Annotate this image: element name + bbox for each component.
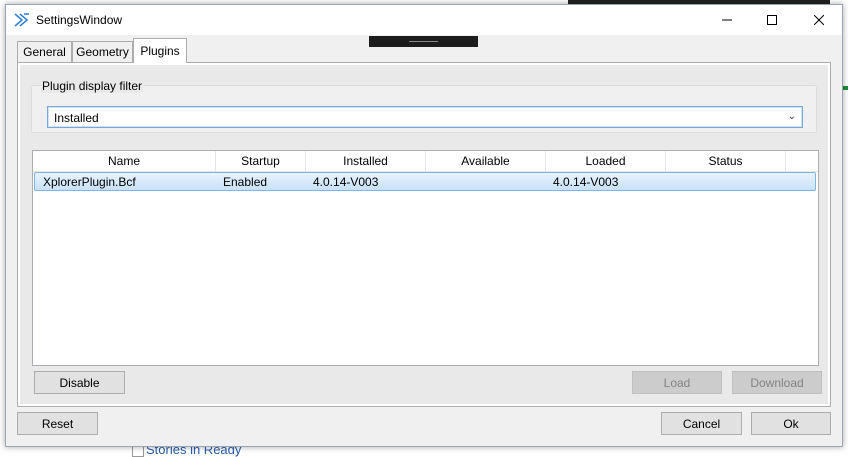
minimize-button[interactable] [704, 5, 750, 35]
download-button[interactable]: Download [732, 371, 822, 394]
column-header-available[interactable]: Available [426, 151, 546, 171]
plugin-list[interactable]: Name Startup Installed Available Loaded … [32, 150, 819, 366]
plugins-tab-panel: Plugin display filter Installed ⌄ Name S… [17, 62, 831, 407]
disable-button[interactable]: Disable [34, 371, 125, 394]
row-startup: Enabled [223, 175, 268, 189]
column-header-name[interactable]: Name [33, 151, 216, 171]
app-logo-icon [14, 13, 29, 27]
tab-general[interactable]: General [17, 41, 72, 62]
row-name: XplorerPlugin.Bcf [43, 175, 136, 189]
minimize-icon [722, 19, 732, 21]
reset-button[interactable]: Reset [17, 412, 98, 435]
table-row[interactable]: XplorerPlugin.Bcf Enabled 4.0.14-V003 4.… [34, 172, 816, 191]
close-icon [814, 15, 824, 25]
plugin-filter-combobox[interactable]: Installed ⌄ [47, 106, 803, 128]
window-title: SettingsWindow [36, 13, 123, 27]
overlay-toolbar[interactable] [369, 36, 478, 47]
maximize-icon [767, 15, 777, 25]
chevron-down-icon: ⌄ [787, 111, 796, 122]
column-header-installed[interactable]: Installed [306, 151, 426, 171]
title-bar: SettingsWindow [6, 5, 842, 35]
row-installed: 4.0.14-V003 [313, 175, 379, 189]
maximize-button[interactable] [749, 5, 795, 35]
settings-window: SettingsWindow General Geometry Plugins … [5, 4, 843, 447]
plugins-panel-content: Plugin display filter Installed ⌄ Name S… [20, 65, 828, 404]
close-button[interactable] [796, 5, 842, 35]
plugin-filter-value: Installed [54, 111, 99, 125]
plugin-list-header: Name Startup Installed Available Loaded … [33, 151, 818, 172]
grip-icon [409, 41, 438, 42]
plugin-filter-label: Plugin display filter [41, 79, 144, 93]
column-header-loaded[interactable]: Loaded [546, 151, 666, 171]
column-header-status[interactable]: Status [666, 151, 786, 171]
row-loaded: 4.0.14-V003 [553, 175, 619, 189]
tab-plugins[interactable]: Plugins [133, 38, 187, 63]
ok-button[interactable]: Ok [751, 412, 831, 435]
cancel-button[interactable]: Cancel [661, 412, 742, 435]
load-button[interactable]: Load [632, 371, 722, 394]
column-header-startup[interactable]: Startup [216, 151, 306, 171]
tab-geometry[interactable]: Geometry [72, 41, 133, 62]
